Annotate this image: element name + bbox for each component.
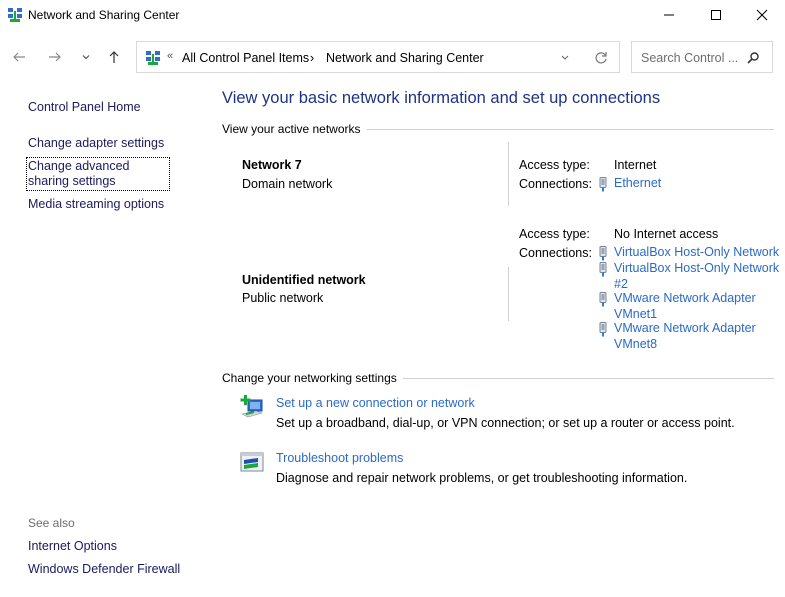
sidebar-item-change-advanced-sharing-settings[interactable]: Change advanced sharing settings: [26, 157, 170, 191]
ethernet-adapter-icon: [599, 177, 607, 192]
navigation-bar: « All Control Panel Items › Network and …: [0, 38, 785, 76]
setup-new-connection-description: Set up a broadband, dial-up, or VPN conn…: [276, 416, 735, 430]
connection-name[interactable]: VMware Network Adapter VMnet8: [614, 321, 785, 352]
recent-locations-button[interactable]: [75, 46, 97, 68]
connections-label: Connections:: [519, 246, 592, 260]
search-icon[interactable]: [745, 50, 761, 66]
maximize-button[interactable]: [693, 0, 739, 30]
section-divider: [402, 377, 774, 379]
sidebar-item-media-streaming-options[interactable]: Media streaming options: [28, 197, 164, 212]
chevron-down-icon[interactable]: [557, 49, 573, 65]
connection-name[interactable]: Ethernet: [614, 176, 785, 192]
up-button[interactable]: [103, 46, 125, 68]
troubleshoot-problems-link[interactable]: Troubleshoot problems: [276, 451, 403, 465]
minimize-button[interactable]: [646, 0, 692, 30]
see-also-heading: See also: [28, 516, 75, 530]
network-center-icon: [8, 8, 22, 22]
access-type-value: No Internet access: [614, 227, 719, 241]
refresh-icon[interactable]: [592, 49, 610, 67]
ethernet-adapter-icon: [599, 262, 607, 277]
connection-link-virtualbox-1[interactable]: VirtualBox Host-Only Network: [598, 245, 785, 261]
see-also-internet-options[interactable]: Internet Options: [28, 539, 117, 554]
setup-new-connection-link[interactable]: Set up a new connection or network: [276, 396, 475, 410]
window-title: Network and Sharing Center: [28, 8, 180, 22]
ethernet-adapter-icon: [599, 246, 607, 261]
see-also-windows-defender-firewall[interactable]: Windows Defender Firewall: [28, 562, 180, 577]
chevron-down-icon: [82, 55, 90, 60]
troubleshoot-icon[interactable]: [240, 450, 266, 476]
networking-settings-heading: Change your networking settings: [222, 371, 397, 385]
search-input[interactable]: Search Control ...: [631, 41, 773, 73]
page-title: View your basic network information and …: [222, 89, 661, 107]
network-category[interactable]: Domain network: [242, 177, 332, 191]
title-bar: Network and Sharing Center: [0, 0, 785, 32]
connection-name[interactable]: VMware Network Adapter VMnet1: [614, 291, 785, 322]
close-icon: [756, 9, 768, 21]
active-networks-section: View your active networks: [222, 122, 774, 136]
minimize-icon: [664, 14, 674, 16]
connection-link-vmnet1[interactable]: VMware Network Adapter VMnet1: [598, 291, 785, 322]
sidebar: Control Panel Home Change adapter settin…: [0, 76, 210, 597]
network-name: Unidentified network: [242, 273, 366, 287]
ethernet-adapter-icon: [599, 292, 607, 307]
connection-link-ethernet[interactable]: Ethernet: [598, 176, 785, 192]
connections-label: Connections:: [519, 177, 592, 191]
sidebar-item-change-adapter-settings[interactable]: Change adapter settings: [28, 136, 164, 151]
arrow-right-icon: [49, 52, 61, 62]
network-name: Network 7: [242, 158, 302, 172]
networking-settings-section: Change your networking settings: [222, 371, 774, 385]
network-center-icon: [146, 51, 160, 65]
search-placeholder: Search Control ...: [641, 51, 739, 65]
connection-link-vmnet8[interactable]: VMware Network Adapter VMnet8: [598, 321, 785, 352]
new-connection-icon[interactable]: [240, 394, 266, 420]
address-bar[interactable]: « All Control Panel Items › Network and …: [136, 41, 620, 73]
troubleshoot-problems-description: Diagnose and repair network problems, or…: [276, 471, 688, 485]
close-button[interactable]: [739, 0, 785, 30]
network-divider: [508, 267, 509, 321]
section-divider: [366, 128, 774, 130]
access-type-label: Access type:: [519, 158, 590, 172]
breadcrumb-overflow[interactable]: «: [167, 50, 173, 62]
network-category[interactable]: Public network: [242, 291, 323, 305]
connection-name[interactable]: VirtualBox Host-Only Network: [614, 245, 785, 261]
forward-button[interactable]: [44, 46, 66, 68]
breadcrumb-network-and-sharing-center[interactable]: Network and Sharing Center: [326, 51, 484, 65]
connection-name[interactable]: VirtualBox Host-Only Network #2: [614, 261, 785, 292]
sidebar-item-control-panel-home[interactable]: Control Panel Home: [28, 100, 141, 115]
arrow-up-icon: [109, 51, 119, 63]
maximize-icon: [711, 10, 721, 20]
breadcrumb-all-control-panel-items[interactable]: All Control Panel Items: [182, 51, 309, 65]
access-type-value: Internet: [614, 158, 657, 172]
breadcrumb-separator[interactable]: ›: [310, 51, 314, 65]
connection-link-virtualbox-2[interactable]: VirtualBox Host-Only Network #2: [598, 261, 785, 292]
ethernet-adapter-icon: [599, 322, 607, 337]
active-networks-heading: View your active networks: [222, 122, 361, 136]
back-button[interactable]: [8, 46, 30, 68]
network-divider: [508, 142, 509, 206]
access-type-label: Access type:: [519, 227, 590, 241]
arrow-left-icon: [13, 52, 25, 62]
